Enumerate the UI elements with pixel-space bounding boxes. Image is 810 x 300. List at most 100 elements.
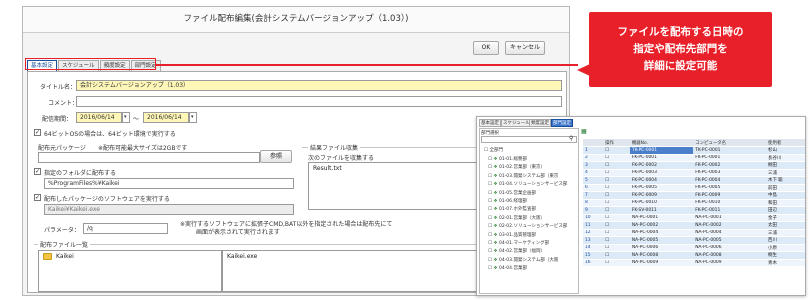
table-row[interactable]: 7 ☐ FK-PC-0009 FK-PC-0009 中島 [583, 191, 805, 200]
col-header-operation[interactable]: 操作 [603, 139, 630, 147]
tree-item[interactable]: ☐ ❖ 01-03.開発システム部（東京 [488, 173, 558, 179]
row-operation[interactable]: ☐ [603, 169, 630, 177]
col-header-index [583, 139, 604, 147]
row-index: 12 [583, 229, 604, 237]
row-index: 9 [583, 206, 604, 215]
w2-tab-basic[interactable]: 基本設定 [479, 119, 501, 127]
col-header-user[interactable]: 使用者 [766, 139, 805, 147]
col-header-computer-name[interactable]: コンピュータ名 [693, 139, 767, 147]
tree-item[interactable]: ☐ ❖ 04-04.営業部 [488, 265, 527, 271]
row-operation[interactable]: ☐ [603, 199, 630, 207]
table-row[interactable]: 4 ☐ FK-PC-0003 FK-PC-0003 三浦 [583, 169, 805, 177]
row-user: 杉山 [766, 146, 805, 155]
comment-input[interactable] [76, 96, 562, 107]
period-from-dropdown[interactable]: ▾ [122, 112, 130, 123]
os64-checkbox[interactable]: ✓ [34, 129, 41, 136]
row-operation[interactable]: ☐ [603, 229, 630, 237]
table-row[interactable]: 9 ☐ FK-SV-0011 FK-PC-0011 田辺 [583, 206, 805, 215]
row-computer-name: FK-PC-0004 [693, 176, 767, 185]
tree-item[interactable]: ☐ ❖ 03-01.品質管理部 [488, 232, 536, 238]
tree-item[interactable]: ☐ ❖ 01-02.営業部（東京） [488, 164, 545, 170]
department-icon: ❖ [493, 232, 498, 238]
department-icon: ❖ [493, 165, 498, 171]
specified-folder-input[interactable]: %ProgramFiles%¥Kaikei [44, 178, 294, 189]
tree-item[interactable]: ☐ ❖ 01-06.経理部 [488, 198, 527, 204]
row-operation[interactable]: ☐ [603, 161, 630, 170]
row-operation[interactable]: ☐ [603, 191, 630, 200]
department-icon: ❖ [493, 249, 498, 255]
tree-item-label: 02-02.ソリューションサービス部 [498, 224, 568, 230]
row-device-no: NA-PC-0009 [629, 259, 694, 267]
row-operation[interactable]: ☐ [603, 236, 630, 245]
row-index: 14 [583, 244, 604, 252]
w2-tab-frequency[interactable]: 頻度設定 [529, 119, 551, 127]
table-row[interactable]: 12 ☐ NA-PC-0004 NA-PC-0004 三浦 [583, 229, 805, 237]
table-row[interactable]: 15 ☐ NA-PC-0008 NA-PC-0008 桐生 [583, 251, 805, 260]
period-from-input[interactable]: 2016/06/14 [76, 112, 122, 123]
row-operation[interactable]: ☐ [603, 214, 630, 222]
tree-root[interactable]: ☐ 全部門 [484, 147, 503, 153]
tree-item[interactable]: ☐ ❖ 02-01.営業部（大阪） [488, 215, 545, 221]
period-to-input[interactable]: 2016/06/14 [143, 112, 189, 123]
specified-folder-checkbox[interactable]: ✓ [34, 168, 41, 175]
row-user: 前田 [766, 184, 805, 192]
row-operation[interactable]: ☐ [603, 259, 630, 267]
table-row[interactable]: 13 ☐ NA-PC-0005 NA-PC-0005 西川 [583, 236, 805, 245]
tree-item[interactable]: ☐ ❖ 04-03.開発システム部（大阪 [488, 257, 558, 263]
tree-item-folder[interactable]: Kaikei [39, 251, 221, 262]
browse-button[interactable]: 参照 [260, 150, 292, 163]
row-operation[interactable]: ☐ [603, 184, 630, 192]
row-operation[interactable]: ☐ [603, 221, 630, 230]
cancel-button[interactable]: キャンセル [505, 41, 545, 55]
ok-button[interactable]: OK [473, 41, 499, 55]
department-settings-window: 基本設定 スケジュール 頻度設定 部門設定 部門選択 ⚲ ☐ 全部門 ☐ ❖ 0… [476, 116, 806, 296]
col-header-device-no[interactable]: 機器No. [629, 139, 694, 147]
callout-connector [156, 64, 578, 66]
table-row[interactable]: 14 ☐ NA-PC-0006 NA-PC-0006 小原 [583, 244, 805, 252]
tree-item[interactable]: ☐ ❖ 04-02.営業部（福岡） [488, 248, 545, 254]
table-row[interactable]: 2 ☐ FK-PC-0001 FK-PC-0001 長谷川 [583, 154, 805, 162]
row-operation[interactable]: ☐ [603, 206, 630, 215]
run-target-input[interactable]: Kaikei¥Kaikei.exe [44, 204, 294, 215]
row-device-no: FK-SV-0011 [629, 206, 694, 215]
row-operation[interactable]: ☐ [603, 146, 630, 155]
param-input[interactable]: /q [83, 223, 168, 234]
table-row[interactable]: 11 ☐ NA-PC-0002 NA-PC-0002 太田 [583, 221, 805, 230]
title-input[interactable]: 会計システムバージョンアップ（1.03） [76, 80, 562, 91]
tree-item[interactable]: ☐ ❖ 01-05.営業企画部 [488, 190, 536, 196]
dept-search-input[interactable] [481, 136, 577, 143]
table-row[interactable]: 16 ☐ NA-PC-0009 NA-PC-0009 青木 [583, 259, 805, 267]
table-row[interactable]: 8 ☐ FK-PC-0010 FK-PC-0010 和田 [583, 199, 805, 207]
run-checkbox[interactable]: ✓ [34, 194, 41, 201]
table-row[interactable]: 10 ☐ NA-PC-0001 NA-PC-0001 金子 [583, 214, 805, 222]
row-user: 青木 [766, 259, 805, 267]
row-user: 西川 [766, 236, 805, 245]
excel-icon[interactable]: ▦ [581, 128, 587, 135]
row-operation[interactable]: ☐ [603, 244, 630, 252]
table-row[interactable]: 5 ☐ FK-PC-0004 FK-PC-0004 木下 聡 [583, 176, 805, 185]
distfile-folder-tree[interactable]: Kaikei [38, 250, 222, 292]
tree-item[interactable]: ☐ ❖ 01-04.ソリューションサービス部 [488, 181, 567, 187]
row-index: 11 [583, 221, 604, 230]
row-operation[interactable]: ☐ [603, 154, 630, 162]
row-computer-name: NA-PC-0009 [693, 259, 767, 267]
row-operation[interactable]: ☐ [603, 176, 630, 185]
package-input[interactable] [38, 152, 260, 163]
table-row[interactable]: 1 ☐ TK-PC-0001 TK-PC-0001 杉山 [583, 146, 805, 155]
row-operation[interactable]: ☐ [603, 251, 630, 260]
tree-item[interactable]: ☐ ❖ 02-02.ソリューションサービス部 [488, 223, 567, 229]
table-row[interactable]: 6 ☐ FK-PC-0005 FK-PC-0005 前田 [583, 184, 805, 192]
table-row[interactable]: 3 ☐ FK-PC-0002 FK-PC-0002 桐田 [583, 161, 805, 170]
row-index: 16 [583, 259, 604, 267]
tree-item[interactable]: ☐ ❖ 01-01.総務部 [488, 156, 527, 162]
w2-tab-department[interactable]: 部門設定 [551, 119, 573, 127]
w2-tab-schedule[interactable]: スケジュール [501, 119, 532, 127]
row-index: 6 [583, 184, 604, 192]
tree-item-label: 04-04.営業部 [498, 266, 527, 272]
row-index: 4 [583, 169, 604, 177]
feature-callout: ファイルを配布する日時の 指定や配布先部門を 詳細に設定可能 [589, 12, 772, 87]
period-to-dropdown[interactable]: ▾ [189, 112, 197, 123]
tree-item[interactable]: ☐ ❖ 04-01.マーケティング部 [488, 240, 549, 246]
tree-item[interactable]: ☐ ❖ 01-07.ホ外監査部 [488, 206, 536, 212]
search-icon[interactable]: ⚲ [569, 135, 573, 142]
